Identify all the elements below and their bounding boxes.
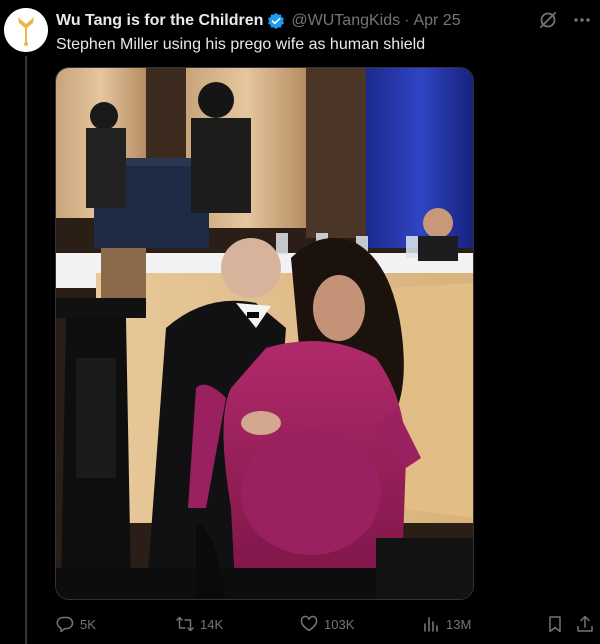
bookmark-icon xyxy=(549,616,561,633)
like-button[interactable]: 103K xyxy=(300,615,354,633)
thread-line xyxy=(25,56,27,644)
top-actions xyxy=(538,10,592,30)
repost-button[interactable]: 14K xyxy=(176,615,223,633)
grok-icon[interactable] xyxy=(538,10,558,30)
timestamp[interactable]: Apr 25 xyxy=(413,12,460,30)
tweet-photo[interactable] xyxy=(55,67,474,600)
reply-button[interactable]: 5K xyxy=(56,615,96,633)
separator-dot: · xyxy=(404,12,410,29)
like-icon xyxy=(300,615,318,632)
views-button[interactable]: 13M xyxy=(422,615,471,633)
handle[interactable]: @WUTangKids xyxy=(291,12,400,30)
more-icon[interactable] xyxy=(572,10,592,30)
action-bar: 5K 14K 103K 13M xyxy=(56,612,600,636)
display-name[interactable]: Wu Tang is for the Children xyxy=(56,12,263,30)
bookmark-button[interactable] xyxy=(546,615,564,633)
like-count: 103K xyxy=(324,616,355,632)
reply-icon xyxy=(56,616,74,633)
avatar[interactable] xyxy=(4,8,48,52)
repost-icon xyxy=(176,616,194,632)
views-count: 13M xyxy=(446,616,472,632)
views-icon xyxy=(424,617,438,632)
tweet-text: Stephen Miller using his prego wife as h… xyxy=(56,36,426,53)
avatar-logo xyxy=(4,8,48,52)
verified-badge-icon xyxy=(268,12,285,30)
share-button[interactable] xyxy=(576,615,594,633)
photo-image xyxy=(56,68,473,599)
reply-count: 5K xyxy=(80,616,96,632)
tweet-header: Wu Tang is for the Children @WUTangKids … xyxy=(56,10,540,32)
repost-count: 14K xyxy=(200,616,224,632)
share-icon xyxy=(577,615,593,632)
